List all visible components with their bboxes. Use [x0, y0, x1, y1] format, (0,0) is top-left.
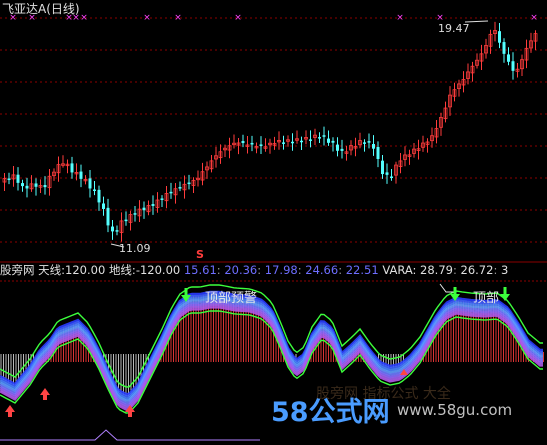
- signal-mark: ×: [174, 13, 182, 23]
- vara-value-3: 3: [500, 263, 509, 277]
- indicator-value-4: 24.66: [305, 263, 339, 277]
- candle-down: [331, 140, 335, 143]
- candle-down: [241, 141, 245, 144]
- up-arrow-stem: [128, 411, 132, 417]
- candle-down: [25, 185, 29, 189]
- chart-canvas[interactable]: × × × × × × × × × × × 19.47 11.09 S 顶部预警 顶部 股旁网 指标…: [0, 0, 547, 445]
- candle-down: [79, 171, 83, 179]
- candle-down: [151, 204, 155, 206]
- candle-down: [16, 174, 20, 183]
- candle-down: [259, 144, 263, 146]
- candle-down: [318, 137, 321, 139]
- candle-down: [160, 198, 164, 200]
- up-arrow-stem: [43, 394, 47, 400]
- candle-down: [376, 146, 380, 159]
- candle-down: [340, 148, 344, 151]
- indicator-value-3: 17.98: [264, 263, 298, 277]
- candle-down: [124, 219, 128, 222]
- candle-down: [21, 183, 24, 187]
- vara-value-1: 28.79: [420, 263, 453, 277]
- chart-title: 飞亚达A(日线): [2, 2, 80, 16]
- candle-down: [381, 160, 384, 175]
- candle-down: [291, 141, 294, 144]
- candle-down: [282, 142, 285, 144]
- candle-down: [97, 189, 101, 203]
- high-label: 19.47: [438, 22, 470, 35]
- candle-down: [390, 176, 393, 178]
- indicator-value-5: 22.51: [345, 263, 379, 277]
- signal-mark: ×: [234, 13, 242, 23]
- low-label: 11.09: [119, 242, 151, 255]
- candle-down: [88, 178, 92, 189]
- signal-mark: ×: [396, 13, 404, 23]
- dixian-value: -120.00: [135, 263, 181, 277]
- candle-down: [498, 31, 501, 43]
- candle-down: [133, 213, 137, 215]
- candle-down: [507, 54, 510, 62]
- candle-down: [169, 191, 173, 194]
- dixian-label: 地线:: [108, 263, 136, 277]
- candle-down: [43, 185, 47, 188]
- candle-down: [102, 203, 105, 209]
- indicator-value-1: 15.61: [183, 263, 217, 277]
- candle-down: [106, 207, 110, 226]
- vara-value-2: 26.72: [460, 263, 494, 277]
- candle-down: [372, 144, 375, 149]
- candle-down: [70, 163, 74, 173]
- vara-label: VARA:: [382, 263, 417, 277]
- indicator-name: 股旁网: [0, 263, 35, 277]
- candle-down: [178, 187, 182, 189]
- top-label: 顶部: [473, 291, 499, 306]
- candle-down: [511, 61, 515, 71]
- candle-down: [322, 135, 326, 137]
- candle-down: [250, 142, 254, 145]
- candle-down: [7, 178, 11, 180]
- signal-mark: ×: [80, 13, 88, 23]
- candle-down: [93, 189, 96, 191]
- tianxian-value: 120.00: [65, 263, 106, 277]
- candle-down: [502, 42, 506, 54]
- candle-down: [300, 140, 303, 143]
- candle-down: [336, 144, 339, 151]
- tianxian-label: 天线:: [38, 263, 66, 277]
- candle-down: [367, 141, 371, 143]
- candle-down: [187, 182, 191, 185]
- candle-down: [115, 230, 119, 232]
- watermark-url: www.58gu.com: [397, 401, 512, 419]
- candle-down: [34, 183, 38, 187]
- candle-down: [309, 139, 312, 141]
- up-arrow-stem: [8, 411, 12, 417]
- signal-mark: ×: [143, 13, 151, 23]
- watermark-brand: 58公式网: [271, 397, 390, 428]
- top-warning-label: 顶部预警: [205, 290, 257, 306]
- candle-down: [385, 172, 389, 175]
- candle-down: [327, 138, 330, 143]
- signal-mark: ×: [530, 13, 538, 23]
- indicator-value-2: 20.36: [224, 263, 258, 277]
- candle-down: [142, 207, 146, 211]
- candle-down: [111, 226, 114, 232]
- sell-signal-marker: S: [196, 248, 204, 261]
- candle-down: [363, 142, 366, 144]
- indicator-header: 股旁网 天线:120.00 地线:-120.00 15.61: 20.36: 1…: [0, 263, 509, 277]
